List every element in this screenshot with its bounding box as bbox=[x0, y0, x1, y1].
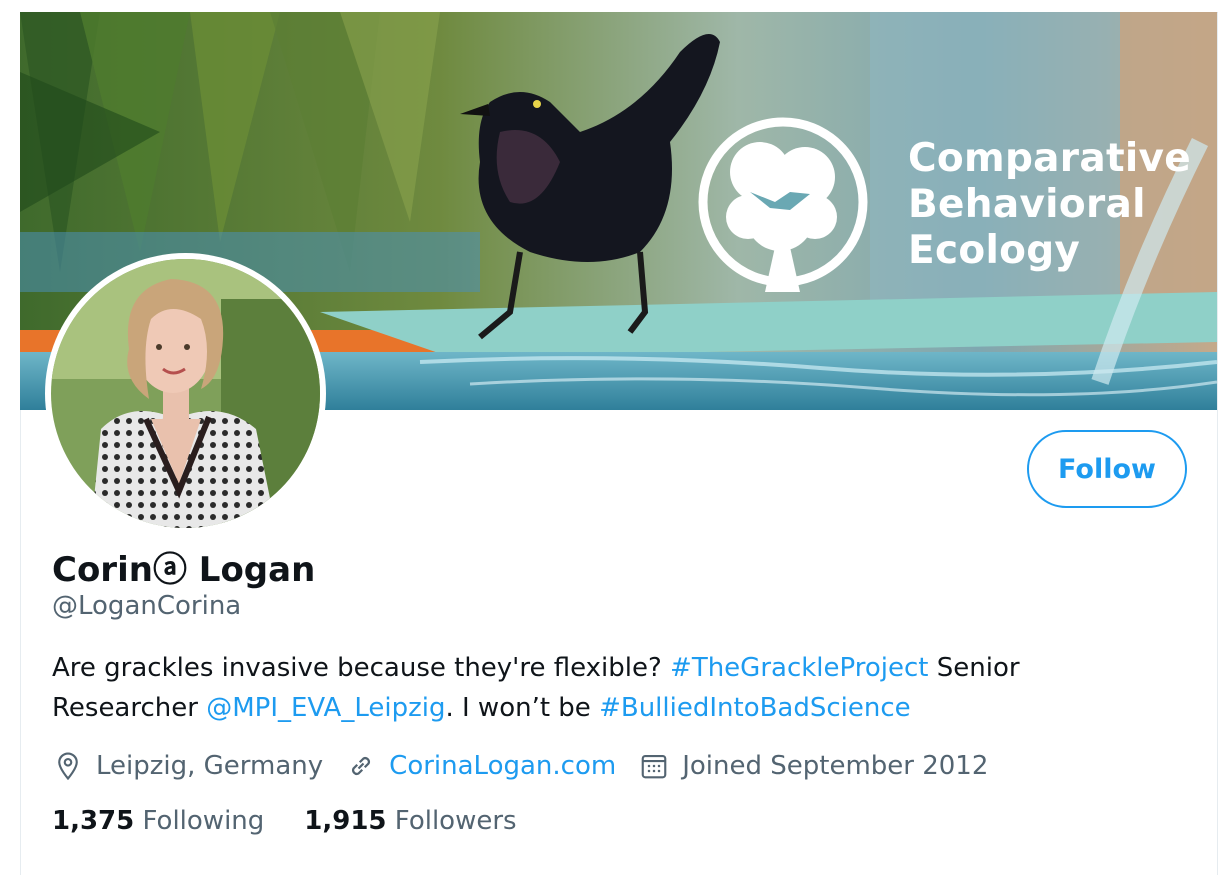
bio-text-1: Are grackles invasive because they're fl… bbox=[52, 653, 671, 683]
profile-handle: @LoganCorina bbox=[52, 591, 242, 621]
brand-line-2: Behavioral bbox=[908, 182, 1146, 227]
calendar-icon bbox=[638, 750, 670, 782]
banner-brand-text: Comparative Behavioral Ecology bbox=[908, 136, 1191, 274]
location-pin-icon bbox=[52, 750, 84, 782]
brand-line-1: Comparative bbox=[908, 136, 1192, 181]
joined-text: Joined September 2012 bbox=[682, 751, 989, 781]
location-item: Leipzig, Germany bbox=[52, 750, 323, 782]
mention-link-mpi-eva[interactable]: @MPI_EVA_Leipzig bbox=[206, 693, 445, 723]
link-icon bbox=[345, 750, 377, 782]
follow-button[interactable]: Follow bbox=[1027, 430, 1187, 508]
joined-item: Joined September 2012 bbox=[638, 750, 988, 782]
hashtag-link-grackle-project[interactable]: #TheGrackleProject bbox=[670, 653, 928, 683]
website-item: CorinaLogan.com bbox=[345, 750, 616, 782]
location-text: Leipzig, Germany bbox=[96, 751, 324, 781]
following-label: Following bbox=[142, 806, 265, 836]
brand-line-3: Ecology bbox=[908, 228, 1081, 273]
hashtag-link-bullied[interactable]: #BulliedIntoBadScience bbox=[599, 693, 911, 723]
following-stat[interactable]: 1,375 Following bbox=[52, 806, 264, 836]
followers-count: 1,915 bbox=[304, 806, 387, 836]
profile-bio: Are grackles invasive because they're fl… bbox=[52, 648, 1132, 728]
bio-text-3: . I won’t be bbox=[445, 693, 600, 723]
avatar-photo bbox=[51, 259, 320, 528]
followers-label: Followers bbox=[394, 806, 517, 836]
following-count: 1,375 bbox=[52, 806, 135, 836]
profile-meta: Leipzig, Germany CorinaLogan.com Joined … bbox=[52, 746, 1010, 786]
profile-name: Corinⓐ Logan bbox=[52, 550, 316, 590]
profile-stats: 1,375 Following 1,915 Followers bbox=[52, 806, 557, 836]
website-link[interactable]: CorinaLogan.com bbox=[389, 751, 616, 781]
avatar[interactable] bbox=[45, 253, 326, 534]
followers-stat[interactable]: 1,915 Followers bbox=[304, 806, 516, 836]
